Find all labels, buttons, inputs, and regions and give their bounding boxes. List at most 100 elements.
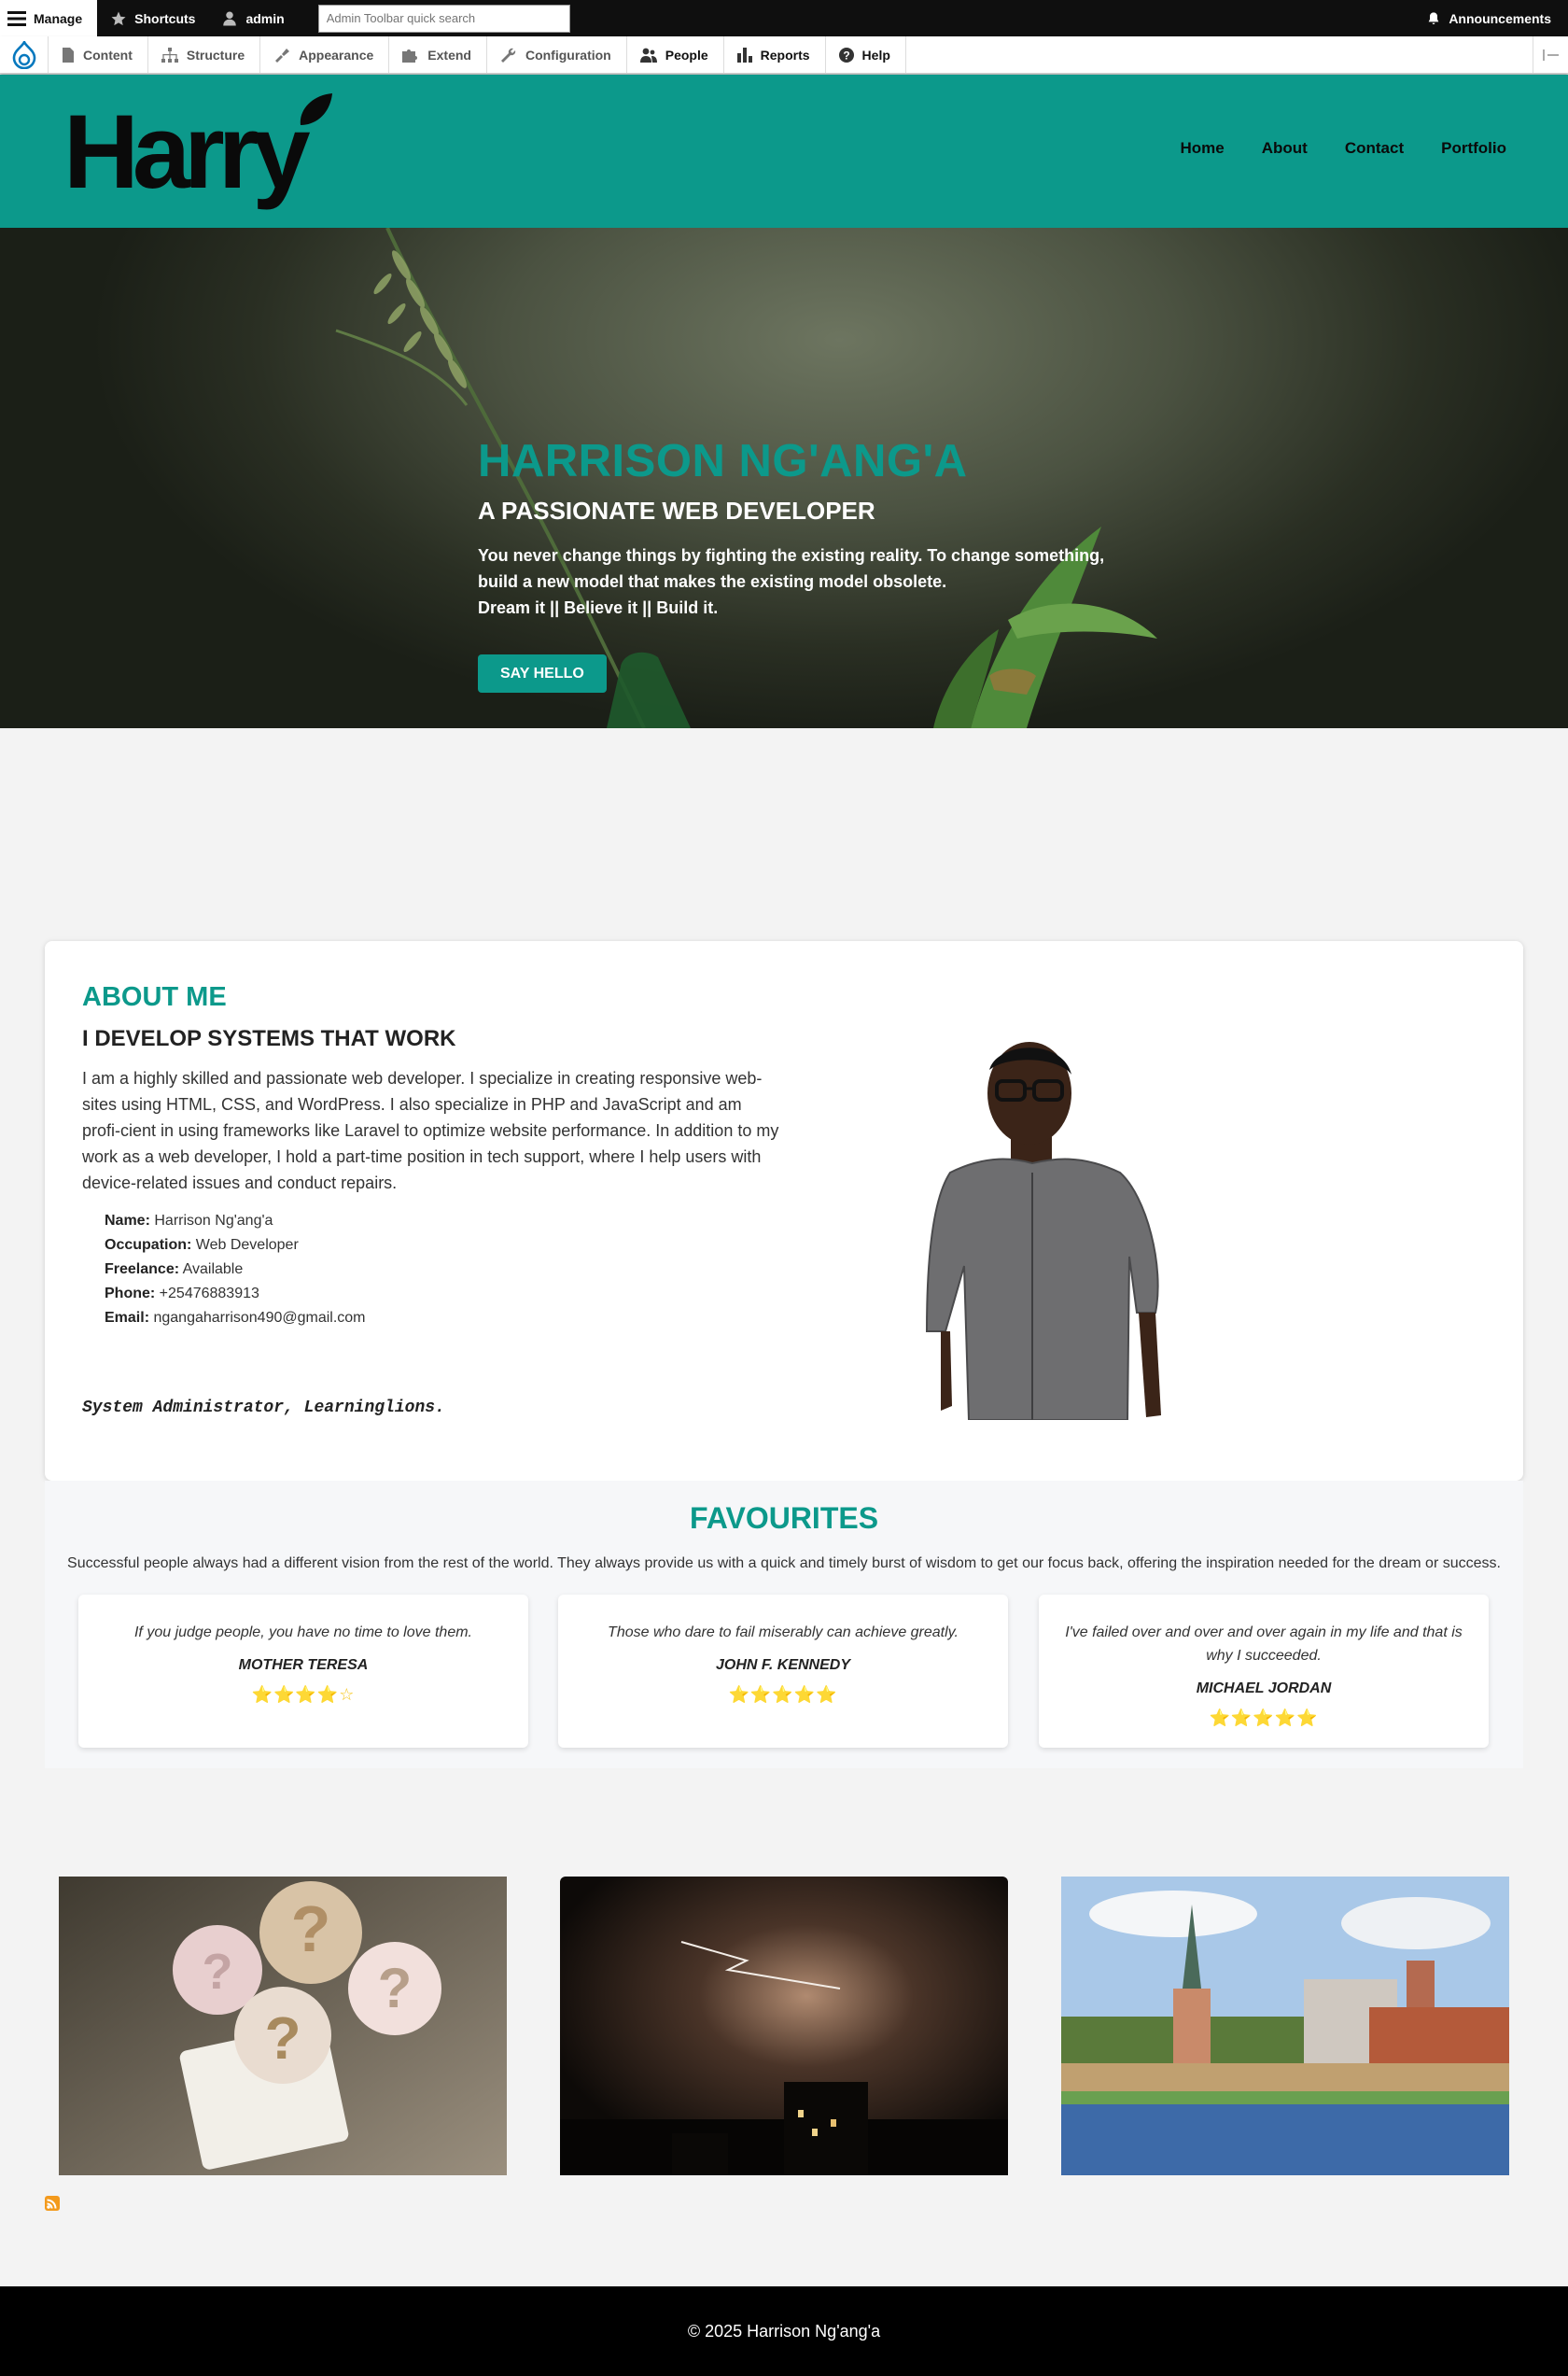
nav-about[interactable]: About bbox=[1262, 139, 1308, 158]
hero-subtitle: A PASSIONATE WEB DEVELOPER bbox=[478, 497, 875, 525]
bar-chart-icon bbox=[736, 47, 752, 63]
rating-stars: ⭐⭐⭐⭐⭐ bbox=[728, 1685, 838, 1704]
manage-label: Manage bbox=[34, 10, 83, 26]
about-section: ABOUT ME I DEVELOP SYSTEMS THAT WORK I a… bbox=[45, 941, 1523, 1481]
menu-structure-label: Structure bbox=[186, 47, 245, 63]
nav-home[interactable]: Home bbox=[1181, 139, 1225, 158]
manage-tab[interactable]: Manage bbox=[0, 0, 98, 36]
user-icon bbox=[223, 11, 237, 25]
hero-quote-line-2: build a new model that makes the existin… bbox=[478, 572, 947, 591]
people-icon bbox=[639, 48, 657, 63]
about-text: I am a highly skilled and passionate web… bbox=[82, 1069, 779, 1192]
menu-help-label: Help bbox=[861, 47, 890, 63]
favourites-section: FAVOURITES Successful people always had … bbox=[45, 1481, 1523, 1768]
menu-extend[interactable]: Extend bbox=[389, 36, 487, 73]
hero-title: HARRISON NG'ANG'A bbox=[478, 436, 968, 486]
logo-text: Harry bbox=[63, 93, 311, 210]
site-footer: © 2025 Harrison Ng'ang'a bbox=[0, 2286, 1568, 2376]
quote-card: If you judge people, you have no time to… bbox=[78, 1595, 528, 1748]
help-icon: ? bbox=[838, 47, 854, 63]
menu-appearance-label: Appearance bbox=[299, 47, 374, 63]
detail-email: Email: ngangaharrison490@gmail.com bbox=[105, 1310, 366, 1326]
detail-name: Name: Harrison Ng'ang'a bbox=[105, 1213, 273, 1229]
quote-author: MICHAEL JORDAN bbox=[1196, 1680, 1332, 1696]
nav-portfolio[interactable]: Portfolio bbox=[1441, 139, 1506, 158]
main-nav: Home About Contact Portfolio bbox=[1181, 139, 1507, 158]
admin-search-input[interactable] bbox=[317, 4, 570, 33]
detail-phone: Phone: +25476883913 bbox=[105, 1286, 259, 1301]
file-icon bbox=[63, 47, 74, 63]
menu-configuration-label: Configuration bbox=[525, 47, 611, 63]
bell-icon bbox=[1428, 11, 1439, 24]
shortcuts-tab[interactable]: Shortcuts bbox=[97, 0, 208, 36]
hero-quote-line-3: Dream it || Believe it || Build it. bbox=[478, 598, 719, 617]
about-details: Name: Harrison Ng'ang'a Occupation: Web … bbox=[82, 1209, 782, 1330]
quote-text: If you judge people, you have no time to… bbox=[133, 1624, 472, 1640]
site-header: Harry Home About Contact Portfolio bbox=[0, 75, 1568, 228]
menu-content-label: Content bbox=[83, 47, 133, 63]
drupal-drop-icon bbox=[12, 40, 35, 69]
svg-text:?: ? bbox=[378, 1957, 413, 2019]
hero-quote: You never change things by fighting the … bbox=[478, 542, 1131, 621]
toolbar-orientation-toggle[interactable] bbox=[1533, 36, 1568, 73]
favourites-description: Successful people always had a different… bbox=[67, 1555, 1501, 1571]
sitemap-icon bbox=[161, 47, 178, 63]
svg-text:?: ? bbox=[291, 1892, 331, 1965]
lightning-storm-photo bbox=[560, 1877, 1008, 2175]
detail-occupation: Occupation: Web Developer bbox=[105, 1237, 299, 1253]
rss-feed-link[interactable] bbox=[45, 2196, 60, 2215]
quote-author: MOTHER TERESA bbox=[238, 1657, 369, 1673]
gallery-image-riverside-city[interactable] bbox=[1061, 1877, 1509, 2175]
shortcuts-label: Shortcuts bbox=[134, 10, 196, 26]
svg-text:?: ? bbox=[264, 2004, 301, 2072]
gallery-image-lightning[interactable] bbox=[560, 1877, 1008, 2175]
riverside-city-photo bbox=[1061, 1877, 1509, 2175]
announcements-tab[interactable]: Announcements bbox=[1413, 0, 1568, 36]
about-signature: System Administrator, Learninglions. bbox=[82, 1399, 445, 1417]
orientation-icon bbox=[1542, 49, 1559, 61]
quote-text: Those who dare to fail miserably can ach… bbox=[608, 1624, 959, 1640]
svg-text:?: ? bbox=[203, 1944, 233, 2000]
about-subtitle: I DEVELOP SYSTEMS THAT WORK bbox=[82, 1026, 456, 1051]
portrait-photo bbox=[925, 1042, 1161, 1420]
hero-quote-line-1: You never change things by fighting the … bbox=[478, 546, 1105, 565]
hero-banner: HARRISON NG'ANG'A A PASSIONATE WEB DEVEL… bbox=[0, 228, 1568, 728]
rss-icon bbox=[45, 2196, 60, 2211]
menu-structure[interactable]: Structure bbox=[148, 36, 261, 73]
star-icon bbox=[111, 11, 126, 25]
user-tab[interactable]: admin bbox=[208, 0, 297, 36]
menu-configuration[interactable]: Configuration bbox=[487, 36, 627, 73]
paintbrush-icon bbox=[275, 48, 290, 63]
quote-text: I've failed over and over and over again… bbox=[1065, 1624, 1463, 1664]
detail-freelance: Freelance: Available bbox=[105, 1261, 244, 1277]
user-label: admin bbox=[245, 10, 285, 26]
admin-menu-bar: Content Structure Appearance Extend Conf… bbox=[0, 36, 1568, 74]
question-marks-photo: ? ? ? ? bbox=[59, 1877, 507, 2175]
menu-appearance[interactable]: Appearance bbox=[260, 36, 390, 73]
gallery-image-question-marks[interactable]: ? ? ? ? bbox=[59, 1877, 507, 2175]
admin-toolbar: Manage Shortcuts admin Announcements bbox=[0, 0, 1568, 36]
wrench-icon bbox=[500, 48, 516, 63]
say-hello-button[interactable]: SAY HELLO bbox=[478, 654, 607, 693]
menu-people[interactable]: People bbox=[627, 36, 724, 73]
menu-people-label: People bbox=[665, 47, 708, 63]
favourites-title: FAVOURITES bbox=[689, 1501, 879, 1535]
puzzle-icon bbox=[402, 49, 418, 63]
leaf-icon bbox=[300, 93, 332, 125]
menu-content[interactable]: Content bbox=[49, 36, 148, 73]
nav-contact[interactable]: Contact bbox=[1345, 139, 1404, 158]
drupal-home-button[interactable] bbox=[0, 36, 49, 73]
about-content: ABOUT ME I DEVELOP SYSTEMS THAT WORK I a… bbox=[82, 982, 782, 1330]
about-title: ABOUT ME bbox=[82, 982, 227, 1012]
menu-extend-label: Extend bbox=[427, 47, 471, 63]
announcements-label: Announcements bbox=[1449, 10, 1551, 26]
quote-card: I've failed over and over and over again… bbox=[1039, 1595, 1489, 1748]
menu-reports[interactable]: Reports bbox=[724, 36, 826, 73]
rating-stars: ⭐⭐⭐⭐☆ bbox=[251, 1685, 356, 1704]
svg-text:?: ? bbox=[843, 49, 849, 62]
hero-content: HARRISON NG'ANG'A A PASSIONATE WEB DEVEL… bbox=[478, 435, 1131, 693]
hamburger-icon bbox=[7, 10, 26, 26]
quote-card: Those who dare to fail miserably can ach… bbox=[558, 1595, 1008, 1748]
menu-help[interactable]: ? Help bbox=[826, 36, 906, 73]
site-logo[interactable]: Harry bbox=[63, 93, 332, 207]
